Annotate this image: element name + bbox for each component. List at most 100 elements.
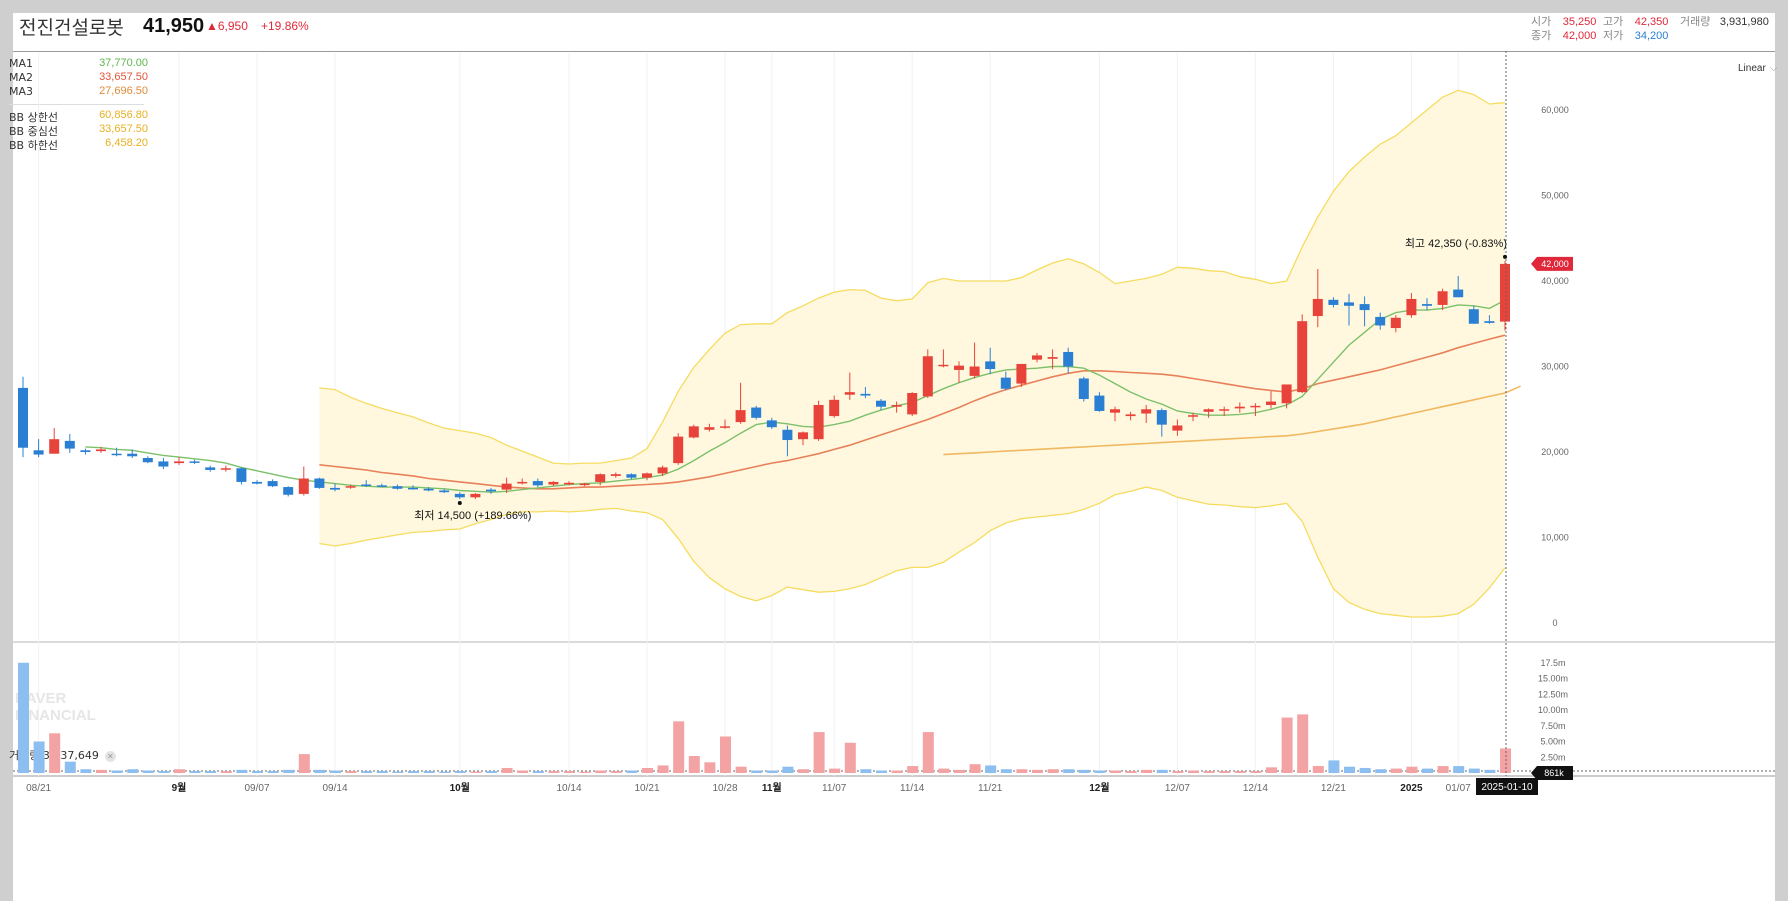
volume-bar: [1437, 766, 1449, 773]
volume-bar: [1422, 768, 1433, 773]
volume-bar: [938, 768, 950, 773]
candle-body: [142, 457, 153, 463]
candle-body: [1312, 298, 1323, 317]
candle-body: [626, 474, 637, 478]
candle-body: [1047, 357, 1058, 359]
candle-body: [1453, 289, 1464, 298]
time-tick-label: 11/14: [900, 783, 925, 794]
candle-body: [1188, 415, 1198, 417]
volume-bar: [314, 769, 326, 773]
price-volume-chart[interactable]: NAVER FINANCIAL 010,00020,00030,00040,00…: [13, 13, 1775, 901]
volume-bar: [174, 769, 185, 773]
candle-body: [486, 489, 496, 492]
candle-body: [1032, 355, 1042, 360]
volume-bar: [1063, 769, 1075, 773]
volume-tick-label: 10.00m: [1538, 705, 1568, 715]
volume-bar: [423, 771, 435, 773]
volume-bar: [1110, 770, 1121, 773]
volume-bar: [1390, 768, 1402, 773]
volume-bar: [610, 771, 622, 773]
candle-body: [1110, 409, 1120, 413]
volume-bar: [813, 732, 825, 773]
candle-body: [798, 432, 808, 440]
volume-bar: [127, 769, 139, 773]
candle-body: [595, 474, 606, 482]
volume-bar: [798, 769, 809, 773]
time-tick-label: 10월: [450, 782, 470, 794]
candle-body: [766, 420, 777, 428]
volume-bar: [564, 771, 575, 773]
candle-body: [751, 407, 762, 418]
volume-bar: [922, 732, 934, 773]
candle-body: [392, 486, 403, 489]
volume-bar: [673, 721, 685, 773]
volume-bar: [111, 770, 123, 773]
volume-bar: [657, 765, 669, 773]
candle-body: [1500, 263, 1510, 322]
time-tick-label: 12/07: [1165, 783, 1190, 794]
volume-bar: [1156, 769, 1168, 773]
volume-bar: [1141, 769, 1153, 773]
candle-body: [673, 436, 684, 464]
candle-body: [1406, 298, 1417, 316]
candle-body: [1328, 299, 1339, 305]
candle-body: [1141, 409, 1152, 414]
volume-bar: [626, 770, 638, 773]
candle-body: [844, 392, 855, 395]
high-annotation: 최고 42,350 (-0.83%): [1405, 237, 1507, 250]
candle-body: [1203, 409, 1214, 412]
time-tick-label: 01/07: [1446, 783, 1471, 794]
candle-body: [1266, 401, 1276, 405]
volume-bar: [1219, 771, 1231, 773]
time-tick-label: 2025: [1400, 783, 1423, 794]
volume-bar: [1312, 766, 1324, 773]
candle-body: [1484, 321, 1495, 323]
volume-tick-label: 12.50m: [1538, 689, 1568, 699]
candle-body: [1016, 363, 1027, 384]
candle-body: [1437, 291, 1448, 305]
volume-bar: [142, 770, 154, 773]
candle-body: [813, 404, 824, 440]
candle-body: [1468, 309, 1479, 324]
volume-bar: [454, 771, 466, 773]
volume-bar: [985, 765, 997, 773]
candle-body: [1156, 410, 1167, 425]
volume-tick-label: 2.50m: [1540, 752, 1565, 762]
candle-body: [283, 487, 294, 495]
candle-body: [330, 487, 340, 490]
volume-bar: [1468, 768, 1480, 773]
volume-bar: [439, 771, 451, 773]
volume-bar: [1328, 760, 1340, 773]
volume-bar: [1172, 771, 1184, 773]
candle-body: [642, 473, 652, 478]
volume-tick-label: 7.50m: [1540, 721, 1565, 731]
volume-bar: [376, 771, 388, 773]
candle-body: [985, 361, 996, 370]
candle-body: [1250, 405, 1261, 408]
candle-body: [376, 485, 387, 487]
volume-bar: [735, 766, 747, 773]
candle-body: [1422, 304, 1432, 306]
candle-body: [1078, 378, 1089, 399]
volume-bar: [236, 769, 248, 773]
candle-body: [1281, 384, 1292, 404]
price-tick-label: 30,000: [1541, 362, 1569, 372]
volume-bar: [361, 771, 373, 773]
volume-bar: [891, 770, 903, 773]
candle-body: [1172, 425, 1183, 431]
candle-body: [49, 439, 60, 454]
high-marker: [1503, 254, 1507, 259]
volume-bar: [720, 736, 731, 773]
volume-bar: [1406, 766, 1418, 773]
candle-body: [782, 429, 793, 441]
candle-body: [158, 461, 169, 467]
volume-bar: [18, 662, 29, 773]
volume-bar: [283, 769, 295, 773]
candle-body: [969, 366, 980, 376]
time-tick-label: 11/21: [978, 783, 1003, 794]
price-cursor-label: 42,000: [1541, 259, 1569, 269]
volume-bar: [876, 770, 887, 773]
volume-bar: [1234, 771, 1246, 773]
candle-body: [314, 478, 325, 488]
volume-bar: [1188, 770, 1199, 773]
